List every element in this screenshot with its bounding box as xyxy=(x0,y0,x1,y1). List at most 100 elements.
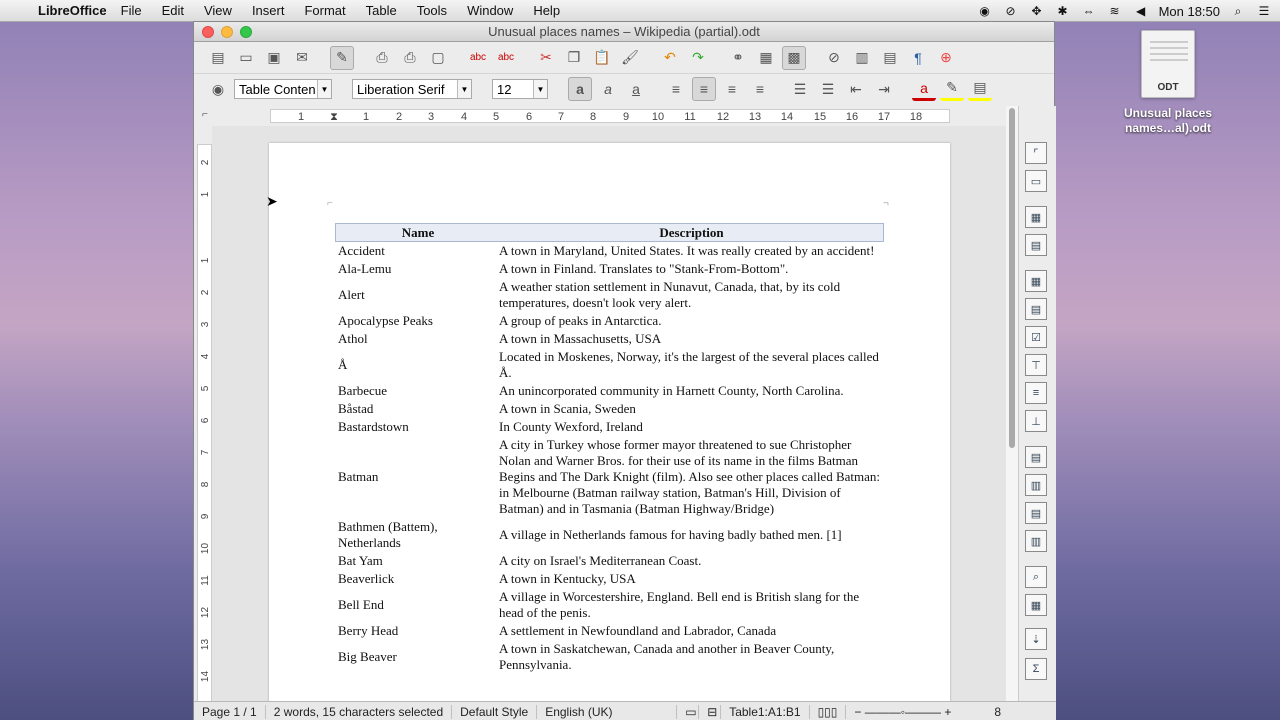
arrows-icon[interactable]: ⇔ xyxy=(1081,3,1097,19)
cell-description[interactable]: Located in Moskenes, Norway, it's the la… xyxy=(499,349,884,381)
table-row[interactable]: Batman A city in Turkey whose former mayo… xyxy=(335,436,884,518)
cell-name[interactable]: Beaverlick xyxy=(335,571,499,587)
sum-icon[interactable]: Σ xyxy=(1025,658,1047,680)
table-row[interactable]: Bathmen (Battem), Netherlands A village i… xyxy=(335,518,884,552)
menu-format[interactable]: Format xyxy=(304,3,345,18)
header-description[interactable]: Description xyxy=(500,225,883,241)
cell-name[interactable]: Bell End xyxy=(335,597,499,613)
cut-icon[interactable]: ✂ xyxy=(534,46,558,70)
close-window-button[interactable] xyxy=(202,26,214,38)
zoom-window-button[interactable] xyxy=(240,26,252,38)
menu-tools[interactable]: Tools xyxy=(417,3,447,18)
vertical-scrollbar[interactable] xyxy=(1006,106,1018,701)
split-cells-icon[interactable]: ▦ xyxy=(1025,270,1047,292)
table-row[interactable]: Båstad A town in Scania, Sweden xyxy=(335,400,884,418)
clone-formatting-icon[interactable]: 🖌 xyxy=(618,46,642,70)
cell-name[interactable]: Bathmen (Battem), Netherlands xyxy=(335,519,499,551)
table-row[interactable]: Big Beaver A town in Saskatchewan, Canada… xyxy=(335,640,884,674)
cell-name[interactable]: Batman xyxy=(335,469,499,485)
formatting-marks-icon[interactable]: ¶ xyxy=(906,46,930,70)
table-row[interactable]: Bastardstown In County Wexford, Ireland xyxy=(335,418,884,436)
cell-description[interactable]: A weather station settlement in Nunavut,… xyxy=(499,279,884,311)
sort-icon[interactable]: ⇣ xyxy=(1025,628,1047,650)
language[interactable]: English (UK) xyxy=(537,704,678,719)
scrollbar-thumb[interactable] xyxy=(1009,108,1015,448)
table-row[interactable]: Barbecue An unincorporated community in H… xyxy=(335,382,884,400)
cell-reference[interactable]: Table1:A1:B1 xyxy=(721,704,810,719)
cell-description[interactable]: A town in Massachusetts, USA xyxy=(499,331,884,347)
bold-icon[interactable]: a xyxy=(568,77,592,101)
cell-description[interactable]: A group of peaks in Antarctica. xyxy=(499,313,884,329)
save-icon[interactable]: ▣ xyxy=(262,46,286,70)
open-icon[interactable]: ▭ xyxy=(234,46,258,70)
justify-icon[interactable]: ≡ xyxy=(748,77,772,101)
hyperlink-icon[interactable]: ⚭ xyxy=(726,46,750,70)
places-table[interactable]: Name Description Accident A town in Maryl… xyxy=(335,223,884,674)
table-row[interactable]: Athol A town in Massachusetts, USA xyxy=(335,330,884,348)
table-header-row[interactable]: Name Description xyxy=(335,223,884,242)
insert-mode-icon[interactable]: ▭ xyxy=(677,704,700,719)
cell-description[interactable]: A town in Scania, Sweden xyxy=(499,401,884,417)
table-row[interactable]: Berry Head A settlement in Newfoundland a… xyxy=(335,622,884,640)
table-row[interactable]: Accident A town in Maryland, United State… xyxy=(335,242,884,260)
menu-insert[interactable]: Insert xyxy=(252,3,285,18)
cell-description[interactable]: A town in Kentucky, USA xyxy=(499,571,884,587)
undo-icon[interactable]: ↶ xyxy=(658,46,682,70)
cell-name[interactable]: Å xyxy=(335,357,499,373)
autospell-icon[interactable]: abc xyxy=(494,46,518,70)
numbering-icon[interactable]: ☰ xyxy=(788,77,812,101)
cell-description[interactable]: An unincorporated community in Harnett C… xyxy=(499,383,884,399)
decrease-indent-icon[interactable]: ⇤ xyxy=(844,77,868,101)
page-style[interactable]: Default Style xyxy=(452,704,538,719)
chevron-down-icon[interactable]: ▼ xyxy=(457,80,471,98)
print-icon[interactable]: ⎙ xyxy=(398,46,422,70)
data-sources-icon[interactable]: ▤ xyxy=(878,46,902,70)
table-row[interactable]: Alert A weather station settlement in Nun… xyxy=(335,278,884,312)
merge-cells-icon[interactable]: ▦ xyxy=(1025,206,1047,228)
table-bg-color-icon[interactable]: ▤ xyxy=(1025,234,1047,256)
paragraph-style-select[interactable]: Table Conten ▼ xyxy=(234,79,332,99)
minimize-window-button[interactable] xyxy=(221,26,233,38)
header-name[interactable]: Name xyxy=(336,225,500,241)
increase-indent-icon[interactable]: ⇥ xyxy=(872,77,896,101)
volume-icon[interactable]: ◀ xyxy=(1133,3,1149,19)
cell-description[interactable]: A town in Saskatchewan, Canada and anoth… xyxy=(499,641,884,673)
insert-column-icon[interactable]: ▥ xyxy=(1025,474,1047,496)
menu-window[interactable]: Window xyxy=(467,3,513,18)
insert-row-icon[interactable]: ▤ xyxy=(1025,446,1047,468)
align-top-icon[interactable]: ⊤ xyxy=(1025,354,1047,376)
table-row[interactable]: Bell End A village in Worcestershire, Eng… xyxy=(335,588,884,622)
window-titlebar[interactable]: Unusual places names – Wikipedia (partia… xyxy=(194,22,1054,42)
cell-name[interactable]: Berry Head xyxy=(335,623,499,639)
italic-icon[interactable]: a xyxy=(596,77,620,101)
optimize-icon[interactable]: ▤ xyxy=(1025,298,1047,320)
underline-icon[interactable]: a xyxy=(624,77,648,101)
cell-name[interactable]: Apocalypse Peaks xyxy=(335,313,499,329)
border-style-icon[interactable]: ▭ xyxy=(1025,170,1047,192)
spotlight-search-icon[interactable]: ⌕ xyxy=(1230,3,1246,19)
document-area[interactable]: ⌐ ¬ Name Description Accident A town in M… xyxy=(212,126,1006,701)
dropbox-icon[interactable]: ✥ xyxy=(1029,3,1045,19)
delete-row-icon[interactable]: ▤ xyxy=(1025,502,1047,524)
gallery-icon[interactable]: ▥ xyxy=(850,46,874,70)
font-size-select[interactable]: 12 ▼ xyxy=(492,79,548,99)
paste-icon[interactable]: 📋 xyxy=(590,46,614,70)
new-document-icon[interactable]: ▤ xyxy=(206,46,230,70)
cell-description[interactable]: A city on Israel's Mediterranean Coast. xyxy=(499,553,884,569)
menu-edit[interactable]: Edit xyxy=(162,3,184,18)
cell-name[interactable]: Båstad xyxy=(335,401,499,417)
record-icon[interactable]: ◉ xyxy=(977,3,993,19)
align-center-icon[interactable]: ≡ xyxy=(692,77,716,101)
cell-description[interactable]: A village in Worcestershire, England. Be… xyxy=(499,589,884,621)
align-right-icon[interactable]: ≡ xyxy=(720,77,744,101)
selection-mode-icon[interactable]: ⊟ xyxy=(699,704,722,719)
wifi-icon[interactable]: ≋ xyxy=(1107,3,1123,19)
center-vertically-icon[interactable]: ≡ xyxy=(1025,382,1047,404)
table-row[interactable]: Ala-Lemu A town in Finland. Translates to… xyxy=(335,260,884,278)
document-page[interactable]: ⌐ ¬ Name Description Accident A town in M… xyxy=(269,143,950,701)
clock[interactable]: Mon 18:50 xyxy=(1159,4,1220,19)
show-draw-functions-icon[interactable]: ▩ xyxy=(782,45,806,70)
app-menu[interactable]: LibreOffice xyxy=(38,3,107,18)
cell-description[interactable]: A town in Finland. Translates to "Stank-… xyxy=(499,261,884,277)
print-preview-icon[interactable]: ▢ xyxy=(426,46,450,70)
